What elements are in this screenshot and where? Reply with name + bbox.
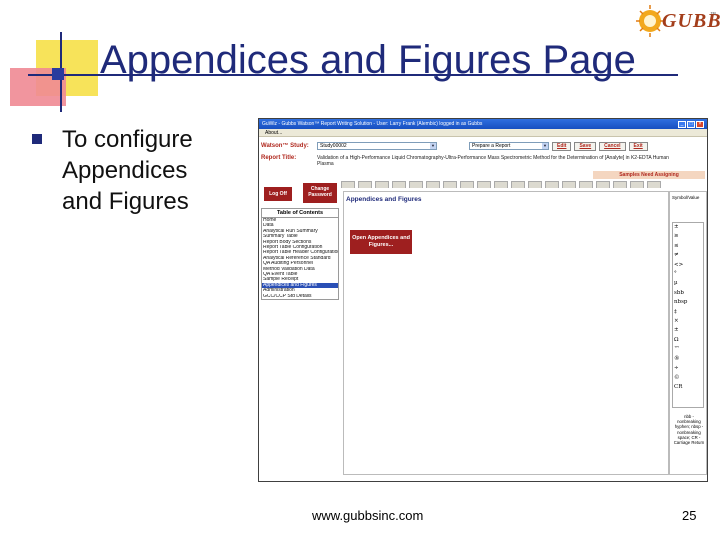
study-row: Watson™ Study: Study00002 ▼ Prepare a Re…: [261, 141, 648, 151]
symbol-item[interactable]: nbsp: [674, 298, 703, 307]
panel-title: Appendices and Figures: [346, 196, 422, 203]
report-select-value: Prepare a Report: [472, 143, 511, 149]
tab[interactable]: [426, 181, 440, 188]
tab[interactable]: [579, 181, 593, 188]
slide-title: Appendices and Figures Page: [100, 38, 636, 82]
page-number: 25: [682, 508, 697, 523]
edit-button[interactable]: Edit: [552, 141, 572, 151]
tab[interactable]: [528, 181, 542, 188]
tab[interactable]: [358, 181, 372, 188]
report-title-value[interactable]: Validation of a High-Performance Liquid …: [317, 155, 677, 167]
study-label: Watson™ Study:: [261, 143, 309, 149]
change-password-button[interactable]: Change Password: [303, 183, 337, 203]
tab[interactable]: [596, 181, 610, 188]
table-of-contents: Table of Contents Home Data Analytical Run…: [261, 208, 339, 301]
symbol-item[interactable]: ©: [674, 374, 703, 383]
minimize-icon[interactable]: _: [678, 120, 686, 128]
bullet-square-icon: [32, 134, 42, 144]
symbol-item[interactable]: ®: [674, 355, 703, 364]
symbol-item[interactable]: ≠: [674, 251, 703, 260]
symbol-item[interactable]: Ω: [674, 336, 703, 345]
tab[interactable]: [630, 181, 644, 188]
window-title: GuWiz - Gubbs Watson™ Report Writing Sol…: [262, 121, 483, 127]
symbol-item[interactable]: ±: [674, 223, 703, 232]
maximize-icon[interactable]: □: [687, 120, 695, 128]
tab[interactable]: [443, 181, 457, 188]
tab[interactable]: [562, 181, 576, 188]
symbol-panel: Symbol/Value ± ≥ ≤ ≠ <> ° µ sbb nbsp ‡ × ± Ω ™ ® ÷ © CR n…: [669, 191, 707, 475]
footer-url: www.gubbsinc.com: [312, 508, 424, 523]
save-button[interactable]: Save: [574, 141, 597, 151]
logo-trademark: ™: [710, 12, 716, 18]
toc-header: Table of Contents: [262, 209, 338, 218]
log-off-button[interactable]: Log Off: [264, 187, 292, 201]
chevron-down-icon: ▼: [542, 143, 548, 149]
tab[interactable]: [375, 181, 389, 188]
symbol-item[interactable]: ≤: [674, 242, 703, 251]
tab[interactable]: [477, 181, 491, 188]
tab[interactable]: [409, 181, 423, 188]
left-panel: Log Off Change Password Table of Content…: [259, 181, 339, 481]
symbol-item[interactable]: ×: [674, 317, 703, 326]
app-content: Watson™ Study: Study00002 ▼ Prepare a Re…: [259, 137, 707, 481]
tab-strip: [341, 181, 669, 189]
menu-about[interactable]: About...: [259, 129, 707, 137]
exit-button[interactable]: Exit: [628, 141, 648, 151]
report-title-label: Report Title:: [261, 155, 297, 161]
main-panel: Appendices and Figures Open Appendices a…: [343, 191, 669, 475]
samples-need-assigning-banner[interactable]: Samples Need Assigning: [593, 171, 705, 179]
symbol-panel-title: Symbol/Value: [672, 195, 700, 200]
symbol-item[interactable]: ‡: [674, 308, 703, 317]
symbol-item[interactable]: ≥: [674, 232, 703, 241]
close-icon[interactable]: ×: [696, 120, 704, 128]
symbol-item[interactable]: ™: [674, 345, 703, 354]
symbol-item[interactable]: <>: [674, 261, 703, 270]
tab[interactable]: [511, 181, 525, 188]
open-appendices-button[interactable]: Open Appendices and Figures...: [350, 230, 412, 254]
symbol-item[interactable]: µ: [674, 279, 703, 288]
app-window: GuWiz - Gubbs Watson™ Report Writing Sol…: [258, 118, 708, 482]
tab[interactable]: [647, 181, 661, 188]
tab[interactable]: [613, 181, 627, 188]
app-titlebar: GuWiz - Gubbs Watson™ Report Writing Sol…: [259, 119, 707, 129]
symbol-item[interactable]: CR: [674, 383, 703, 392]
symbol-item[interactable]: ±: [674, 326, 703, 335]
report-title-row: Report Title: Validation of a High-Perfo…: [261, 155, 677, 171]
decoration-blue-square: [52, 68, 64, 80]
symbol-item[interactable]: ÷: [674, 364, 703, 373]
symbol-list[interactable]: ± ≥ ≤ ≠ <> ° µ sbb nbsp ‡ × ± Ω ™ ® ÷ © CR: [672, 222, 704, 408]
tab[interactable]: [545, 181, 559, 188]
symbol-item[interactable]: sbb: [674, 289, 703, 298]
chevron-down-icon: ▼: [430, 143, 436, 149]
study-select-value: Study00002: [320, 143, 347, 149]
tab[interactable]: [460, 181, 474, 188]
symbol-item[interactable]: °: [674, 270, 703, 279]
tab[interactable]: [392, 181, 406, 188]
symbol-description: nbb - nonbreaking hyphen; nbsp - nonbrea…: [673, 414, 705, 446]
toc-item[interactable]: GCC/CCP Std Details: [262, 294, 338, 299]
toc-list: Home Data Analytical Run Summary Summary Ta…: [262, 218, 338, 299]
tab[interactable]: [494, 181, 508, 188]
study-select[interactable]: Study00002 ▼: [317, 142, 437, 150]
cancel-button[interactable]: Cancel: [599, 141, 626, 151]
bullet-text: To configure Appendices and Figures: [62, 126, 193, 215]
report-select[interactable]: Prepare a Report ▼: [469, 142, 549, 150]
tab[interactable]: [341, 181, 355, 188]
